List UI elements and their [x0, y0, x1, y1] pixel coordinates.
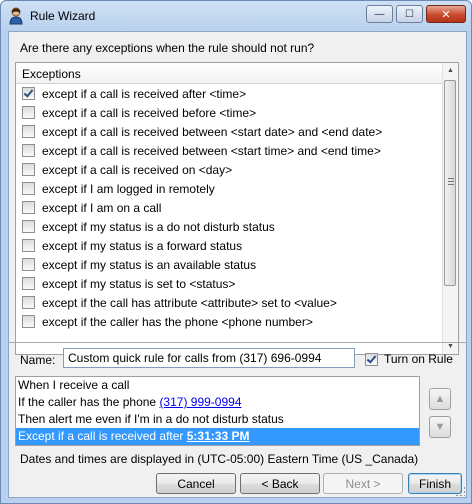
exception-label: except if I am on a call: [42, 200, 162, 215]
exception-checkbox[interactable]: [22, 144, 35, 157]
exception-item[interactable]: except if a call is received before <tim…: [16, 103, 442, 122]
exception-checkbox[interactable]: [22, 220, 35, 233]
description-line[interactable]: Then alert me even if I'm in a do not di…: [16, 411, 419, 428]
exception-label: except if a call is received before <tim…: [42, 105, 257, 120]
exception-label: except if the call has attribute <attrib…: [42, 295, 337, 310]
description-line[interactable]: When I receive a call: [16, 377, 419, 394]
move-down-button[interactable]: ▼: [429, 416, 451, 438]
description-line[interactable]: If the caller has the phone (317) 999-09…: [16, 394, 419, 411]
finish-button[interactable]: Finish: [408, 473, 462, 494]
exception-label: except if a call is received after <time…: [42, 86, 247, 101]
exception-checkbox[interactable]: [22, 106, 35, 119]
scroll-up-icon[interactable]: ▲: [443, 63, 458, 78]
exception-label: except if my status is set to <status>: [42, 276, 236, 291]
name-label: Name:: [20, 353, 56, 367]
exception-item[interactable]: except if my status is a forward status: [16, 236, 442, 255]
exception-label: except if I am logged in remotely: [42, 181, 215, 196]
exception-item[interactable]: except if a call is received between <st…: [16, 122, 442, 141]
grip-icon: [448, 178, 454, 186]
exceptions-list-box: Exceptions except if a call is received …: [15, 62, 459, 355]
exception-label: except if the caller has the phone <phon…: [42, 314, 313, 329]
exception-checkbox[interactable]: [22, 87, 35, 100]
description-trigger: When I receive a call: [18, 378, 130, 392]
exception-checkbox[interactable]: [22, 277, 35, 290]
minimize-icon: —: [374, 8, 385, 20]
move-up-button[interactable]: ▲: [429, 388, 451, 410]
window-title: Rule Wizard: [30, 9, 96, 23]
exception-checkbox[interactable]: [22, 201, 35, 214]
exception-label: except if my status is an available stat…: [42, 257, 257, 272]
exception-checkbox[interactable]: [22, 182, 35, 195]
time-link[interactable]: 5:31:33 PM: [187, 429, 250, 443]
exception-checkbox[interactable]: [22, 163, 35, 176]
exceptions-scrollbar[interactable]: ▲ ▼: [442, 63, 458, 354]
exception-checkbox[interactable]: [22, 258, 35, 271]
description-condition: If the caller has the phone: [18, 395, 160, 409]
exception-checkbox[interactable]: [22, 315, 35, 328]
exception-item[interactable]: except if the caller has the phone <phon…: [16, 312, 442, 331]
exception-item[interactable]: except if my status is an available stat…: [16, 255, 442, 274]
phone-number-link[interactable]: (317) 999-0994: [159, 395, 241, 409]
close-button[interactable]: ✕: [426, 5, 466, 23]
exceptions-header-label: Exceptions: [22, 67, 81, 81]
rule-description-box: When I receive a call If the caller has …: [15, 376, 420, 446]
exception-item[interactable]: except if the call has attribute <attrib…: [16, 293, 442, 312]
exceptions-list: except if a call is received after <time…: [16, 84, 442, 331]
exception-item[interactable]: except if I am on a call: [16, 198, 442, 217]
exception-item[interactable]: except if my status is a do not disturb …: [16, 217, 442, 236]
rule-wizard-window: Rule Wizard — ☐ ✕ Are there any exceptio…: [0, 0, 472, 504]
arrow-up-icon: ▲: [434, 393, 446, 405]
minimize-button[interactable]: —: [366, 5, 393, 23]
exception-checkbox[interactable]: [22, 125, 35, 138]
description-action: Then alert me even if I'm in a do not di…: [18, 412, 284, 426]
description-exception: Except if a call is received after: [18, 429, 187, 443]
exception-checkbox[interactable]: [22, 239, 35, 252]
exceptions-column-header[interactable]: Exceptions: [16, 63, 442, 84]
close-icon: ✕: [441, 8, 451, 21]
next-button[interactable]: Next >: [323, 473, 403, 494]
turn-on-rule-checkbox[interactable]: [365, 352, 378, 366]
exception-item[interactable]: except if a call is received on <day>: [16, 160, 442, 179]
wizard-client-area: Are there any exceptions when the rule s…: [8, 31, 467, 498]
back-button[interactable]: < Back: [240, 473, 320, 494]
exception-item[interactable]: except if I am logged in remotely: [16, 179, 442, 198]
exception-item[interactable]: except if my status is set to <status>: [16, 274, 442, 293]
maximize-button[interactable]: ☐: [396, 5, 423, 23]
exception-label: except if a call is received between <st…: [42, 143, 381, 158]
turn-on-rule-toggle[interactable]: Turn on Rule: [365, 352, 453, 366]
exception-item[interactable]: except if a call is received after <time…: [16, 84, 442, 103]
scroll-thumb[interactable]: [444, 80, 456, 286]
exception-checkbox[interactable]: [22, 296, 35, 309]
description-line-selected[interactable]: Except if a call is received after 5:31:…: [16, 428, 419, 445]
exceptions-question: Are there any exceptions when the rule s…: [20, 41, 315, 55]
exception-label: except if my status is a do not disturb …: [42, 219, 275, 234]
exception-label: except if a call is received between <st…: [42, 124, 383, 139]
rule-name-input[interactable]: Custom quick rule for calls from (317) 6…: [63, 348, 355, 368]
title-bar[interactable]: Rule Wizard — ☐ ✕: [1, 1, 471, 31]
exception-label: except if a call is received on <day>: [42, 162, 233, 177]
arrow-down-icon: ▼: [434, 421, 446, 433]
person-icon: [9, 7, 23, 25]
cancel-button[interactable]: Cancel: [156, 473, 236, 494]
divider: [9, 342, 466, 343]
maximize-icon: ☐: [405, 8, 414, 20]
exception-label: except if my status is a forward status: [42, 238, 243, 253]
timezone-note: Dates and times are displayed in (UTC-05…: [20, 452, 419, 466]
turn-on-rule-label: Turn on Rule: [384, 352, 453, 366]
exception-item[interactable]: except if a call is received between <st…: [16, 141, 442, 160]
